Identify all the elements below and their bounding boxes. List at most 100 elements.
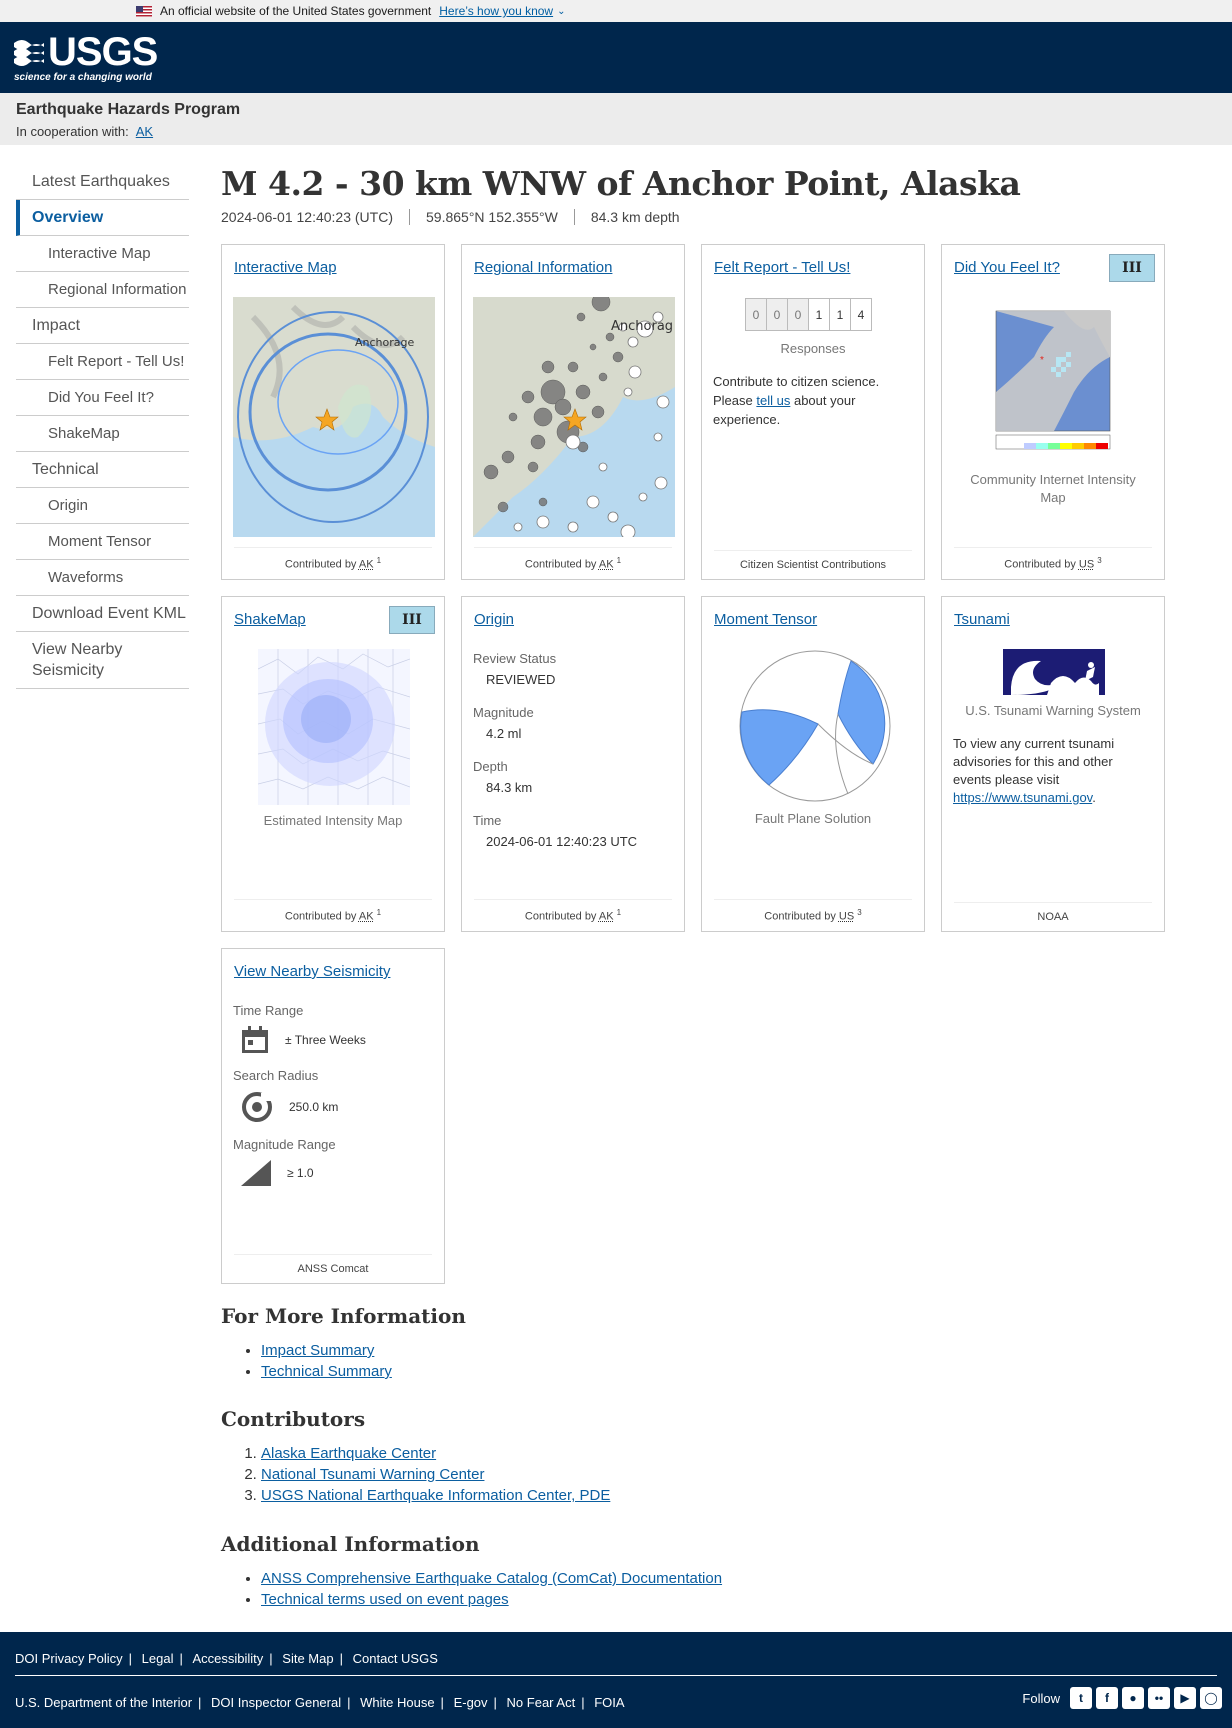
list-item: ANSS Comprehensive Earthquake Catalog (C… xyxy=(261,1568,1021,1589)
follow-label: Follow xyxy=(1022,1690,1060,1706)
flickr-icon[interactable]: •• xyxy=(1148,1687,1170,1709)
technical-summary-link[interactable]: Technical Summary xyxy=(261,1363,392,1380)
sidebar-item-waveforms[interactable]: Waveforms xyxy=(16,560,189,596)
origin-field-value: 84.3 km xyxy=(486,780,533,795)
footer-link-contact[interactable]: Contact USGS xyxy=(353,1651,438,1666)
regional-map-graphic: Anchorag xyxy=(473,297,675,537)
facebook-icon[interactable]: f xyxy=(1096,1687,1118,1709)
tsunami-wave-icon xyxy=(1003,649,1105,695)
beachball-graphic[interactable] xyxy=(738,649,892,808)
shakemap-link[interactable]: ShakeMap xyxy=(234,611,306,628)
technical-terms-link[interactable]: Technical terms used on event pages xyxy=(261,1591,509,1608)
tsunami-link[interactable]: Tsunami xyxy=(954,611,1010,628)
moment-tensor-footer: Contributed by US 3 xyxy=(714,899,912,923)
card-tsunami[interactable]: Tsunami U.S. Tsunami Warning System To v… xyxy=(941,596,1165,932)
contributor-link-ak[interactable]: Alaska Earthquake Center xyxy=(261,1445,436,1462)
footer-link-foia[interactable]: FOIA xyxy=(594,1695,624,1710)
contributor-abbr: AK xyxy=(358,559,374,571)
sidebar-item-technical[interactable]: Technical xyxy=(16,452,189,488)
dyfi-link[interactable]: Did You Feel It? xyxy=(954,259,1060,276)
impact-summary-link[interactable]: Impact Summary xyxy=(261,1342,374,1359)
card-moment-tensor[interactable]: Moment Tensor Fault Plane Solution Contr… xyxy=(701,596,925,932)
search-radius-value: 250.0 km xyxy=(289,1100,339,1114)
origin-field-value: 4.2 ml xyxy=(486,726,522,741)
contributor-link-ntwc[interactable]: National Tsunami Warning Center xyxy=(261,1466,484,1483)
cooperation-line: In cooperation with: AK xyxy=(16,124,1216,139)
footer-link-egov[interactable]: E-gov xyxy=(454,1695,488,1710)
footer-link-doi[interactable]: U.S. Department of the Interior xyxy=(15,1695,192,1710)
github-icon[interactable]: ● xyxy=(1122,1687,1144,1709)
nearby-footer: ANSS Comcat xyxy=(234,1254,432,1275)
response-digit: 0 xyxy=(745,298,767,331)
sidebar-item-impact[interactable]: Impact xyxy=(16,308,189,344)
footer-link-sitemap[interactable]: Site Map xyxy=(282,1651,333,1666)
tell-us-link[interactable]: tell us xyxy=(756,393,790,408)
sidebar-item-felt-report[interactable]: Felt Report - Tell Us! xyxy=(16,344,189,380)
response-digit: 1 xyxy=(829,298,851,331)
sidebar-item-dyfi[interactable]: Did You Feel It? xyxy=(16,380,189,416)
event-subtitle: 2024-06-01 12:40:23 (UTC) 59.865°N 152.3… xyxy=(221,209,1221,225)
event-depth: 84.3 km depth xyxy=(573,209,696,225)
sidebar-item-download-kml[interactable]: Download Event KML xyxy=(16,596,189,632)
response-digit: 1 xyxy=(808,298,830,331)
regional-footer: Contributed by AK 1 xyxy=(474,547,672,571)
dyfi-map-thumbnail[interactable]: * xyxy=(994,297,1112,453)
regional-information-link[interactable]: Regional Information xyxy=(474,259,612,276)
card-dyfi[interactable]: Did You Feel It? III * Community Interne… xyxy=(941,244,1165,580)
list-item: Technical Summary xyxy=(261,1361,1021,1382)
usgs-wordmark: USGS xyxy=(48,29,158,74)
footer-link-legal[interactable]: Legal xyxy=(142,1651,174,1666)
program-title[interactable]: Earthquake Hazards Program xyxy=(16,101,1216,119)
card-regional-information[interactable]: Regional Information Anchorag Contribute… xyxy=(461,244,685,580)
instagram-icon[interactable]: ◯ xyxy=(1200,1687,1222,1709)
card-nearby-seismicity[interactable]: View Nearby Seismicity Time Range ± Thre… xyxy=(221,948,445,1284)
main-content: M 4.2 - 30 km WNW of Anchor Point, Alask… xyxy=(221,164,1221,1608)
sidebar-item-origin[interactable]: Origin xyxy=(16,488,189,524)
moment-tensor-caption: Fault Plane Solution xyxy=(754,811,872,826)
footer-divider xyxy=(15,1675,1217,1676)
sidebar-item-latest-earthquakes[interactable]: Latest Earthquakes xyxy=(16,164,189,200)
moment-tensor-link[interactable]: Moment Tensor xyxy=(714,611,817,628)
time-range-value: ± Three Weeks xyxy=(285,1033,366,1047)
card-felt-report[interactable]: Felt Report - Tell Us! 0 0 0 1 1 4 Respo… xyxy=(701,244,925,580)
sidebar-item-regional-information[interactable]: Regional Information xyxy=(16,272,189,308)
sidebar-item-shakemap[interactable]: ShakeMap xyxy=(16,416,189,452)
comcat-docs-link[interactable]: ANSS Comprehensive Earthquake Catalog (C… xyxy=(261,1570,722,1587)
origin-link[interactable]: Origin xyxy=(474,611,514,628)
list-item: National Tsunami Warning Center xyxy=(261,1464,1021,1485)
time-range-label: Time Range xyxy=(233,1003,304,1018)
sidebar-item-interactive-map[interactable]: Interactive Map xyxy=(16,236,189,272)
cooperation-link-ak[interactable]: AK xyxy=(136,124,153,139)
footer-link-privacy[interactable]: DOI Privacy Policy xyxy=(15,1651,123,1666)
contributor-link-neic[interactable]: USGS National Earthquake Information Cen… xyxy=(261,1487,610,1504)
youtube-icon[interactable]: ▶ xyxy=(1174,1687,1196,1709)
footer-link-inspector-general[interactable]: DOI Inspector General xyxy=(211,1695,341,1710)
footer-link-no-fear-act[interactable]: No Fear Act xyxy=(507,1695,576,1710)
card-origin[interactable]: Origin Review Status REVIEWED Magnitude … xyxy=(461,596,685,932)
chevron-down-icon[interactable]: ⌄ xyxy=(557,6,565,17)
nearby-seismicity-link[interactable]: View Nearby Seismicity xyxy=(234,963,390,980)
event-time: 2024-06-01 12:40:23 (UTC) xyxy=(221,209,393,225)
dyfi-footer: Contributed by US 3 xyxy=(954,547,1152,571)
sidebar-item-overview[interactable]: Overview xyxy=(16,200,189,236)
footer-link-accessibility[interactable]: Accessibility xyxy=(192,1651,263,1666)
interactive-map-link[interactable]: Interactive Map xyxy=(234,259,337,276)
sidebar-nav: Latest Earthquakes Overview Interactive … xyxy=(16,164,189,689)
felt-report-link[interactable]: Felt Report - Tell Us! xyxy=(714,259,850,276)
interactive-map-thumbnail[interactable]: Anchorage xyxy=(233,297,435,537)
sidebar-item-moment-tensor[interactable]: Moment Tensor xyxy=(16,524,189,560)
list-item: Alaska Earthquake Center xyxy=(261,1443,1021,1464)
regional-map-thumbnail[interactable]: Anchorag xyxy=(473,297,675,537)
card-shakemap[interactable]: ShakeMap III Estimated Intensity Map Con… xyxy=(221,596,445,932)
gov-banner: An official website of the United States… xyxy=(0,0,1232,22)
dyfi-map-graphic: * xyxy=(994,297,1112,453)
intensity-badge: III xyxy=(1109,254,1155,282)
usgs-logo[interactable]: USGS science for a changing world xyxy=(14,29,158,83)
tsunami-gov-link[interactable]: https://www.tsunami.gov xyxy=(953,790,1092,805)
footer-link-white-house[interactable]: White House xyxy=(360,1695,434,1710)
shakemap-thumbnail[interactable] xyxy=(257,649,411,805)
how-you-know-link[interactable]: Here’s how you know xyxy=(439,4,553,18)
twitter-icon[interactable]: t xyxy=(1070,1687,1092,1709)
sidebar-item-nearby-seismicity[interactable]: View Nearby Seismicity xyxy=(16,632,189,689)
card-interactive-map[interactable]: Interactive Map Anchorage Contributed by… xyxy=(221,244,445,580)
